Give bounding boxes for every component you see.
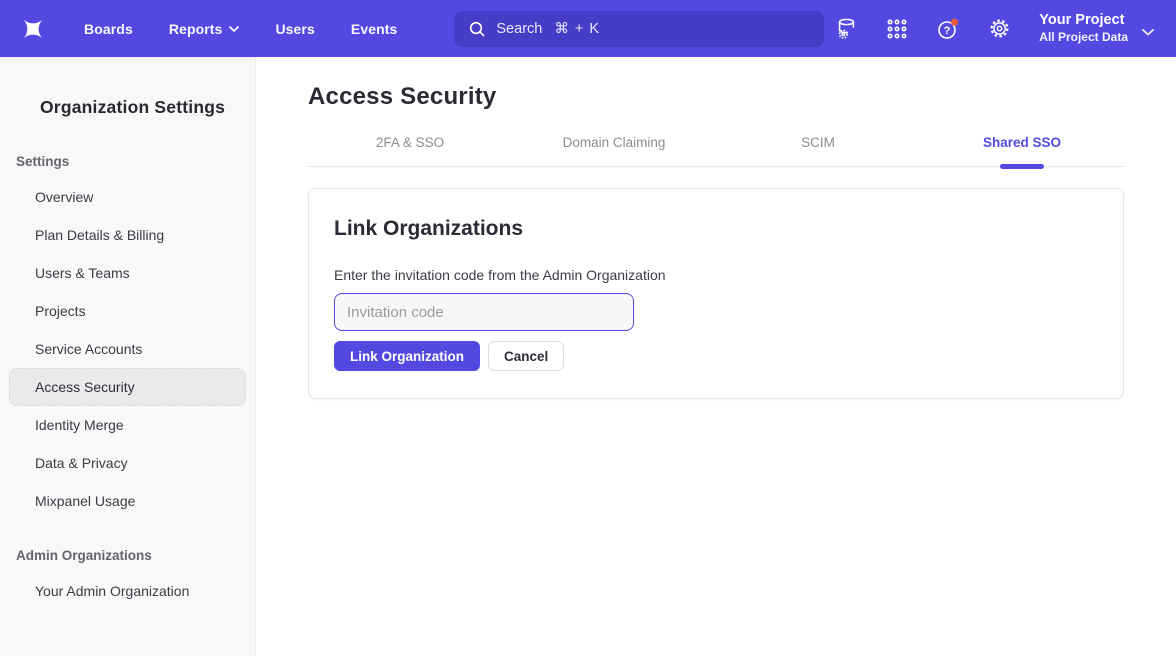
settings-sidebar: Organization Settings Settings Overview … bbox=[0, 57, 256, 656]
link-organization-button[interactable]: Link Organization bbox=[334, 341, 480, 371]
tab-2fa-sso[interactable]: 2FA & SSO bbox=[308, 135, 512, 166]
chevron-down-icon[interactable] bbox=[1142, 29, 1154, 36]
mixpanel-logo[interactable] bbox=[20, 16, 46, 42]
sidebar-item-mixpanel-usage[interactable]: Mixpanel Usage bbox=[9, 482, 246, 520]
notification-dot bbox=[951, 18, 958, 25]
search-icon bbox=[468, 20, 486, 38]
invitation-code-label: Enter the invitation code from the Admin… bbox=[334, 267, 1098, 283]
active-tab-indicator bbox=[1000, 164, 1044, 169]
sidebar-item-identity-merge[interactable]: Identity Merge bbox=[9, 406, 246, 444]
search-input[interactable]: Search ⌘ + K bbox=[454, 11, 824, 47]
tab-shared-sso-label: Shared SSO bbox=[983, 135, 1061, 150]
settings-button[interactable] bbox=[987, 17, 1011, 41]
tab-scim[interactable]: SCIM bbox=[716, 135, 920, 166]
page-title: Access Security bbox=[308, 83, 1124, 111]
help-button[interactable]: ? bbox=[936, 17, 960, 41]
settings-gear-icon bbox=[988, 17, 1011, 40]
data-management-icon bbox=[835, 17, 858, 40]
project-name: Your Project bbox=[1039, 11, 1128, 30]
link-organizations-card: Link Organizations Enter the invitation … bbox=[308, 188, 1124, 399]
sidebar-item-access-security[interactable]: Access Security bbox=[9, 368, 246, 406]
sidebar-item-plan-details-billing[interactable]: Plan Details & Billing bbox=[9, 216, 246, 254]
cancel-button[interactable]: Cancel bbox=[488, 341, 564, 371]
navbar-icon-group: ? bbox=[834, 17, 1011, 41]
sidebar-section-admin-organizations: Admin Organizations bbox=[16, 548, 239, 563]
nav-item-users[interactable]: Users bbox=[275, 21, 314, 37]
main-content: Access Security 2FA & SSO Domain Claimin… bbox=[256, 57, 1176, 656]
chevron-down-icon bbox=[229, 26, 239, 32]
card-actions: Link Organization Cancel bbox=[334, 341, 1098, 371]
invitation-code-input[interactable] bbox=[334, 293, 634, 331]
sidebar-section-settings: Settings bbox=[16, 154, 239, 169]
mixpanel-logo-icon bbox=[20, 16, 46, 42]
top-navbar: Boards Reports Users Events Search ⌘ + K bbox=[0, 0, 1176, 57]
apps-grid-icon bbox=[886, 18, 908, 40]
project-switcher[interactable]: Your Project All Project Data bbox=[1039, 11, 1128, 45]
nav-item-events[interactable]: Events bbox=[351, 21, 398, 37]
sidebar-item-overview[interactable]: Overview bbox=[9, 178, 246, 216]
apps-grid-button[interactable] bbox=[885, 17, 909, 41]
tab-shared-sso[interactable]: Shared SSO bbox=[920, 135, 1124, 166]
help-icon: ? bbox=[936, 17, 960, 41]
tab-bar: 2FA & SSO Domain Claiming SCIM Shared SS… bbox=[308, 135, 1124, 167]
card-title: Link Organizations bbox=[334, 217, 1098, 241]
sidebar-item-service-accounts[interactable]: Service Accounts bbox=[9, 330, 246, 368]
sidebar-title: Organization Settings bbox=[40, 97, 255, 118]
nav-item-reports-label: Reports bbox=[169, 21, 223, 37]
primary-nav: Boards Reports Users Events bbox=[84, 21, 397, 37]
project-subtitle: All Project Data bbox=[1039, 30, 1128, 46]
search-shortcut: ⌘ + K bbox=[554, 21, 600, 37]
data-management-button[interactable] bbox=[834, 17, 858, 41]
search-placeholder: Search bbox=[496, 21, 542, 37]
svg-text:?: ? bbox=[944, 24, 951, 36]
nav-item-boards[interactable]: Boards bbox=[84, 21, 133, 37]
sidebar-item-data-privacy[interactable]: Data & Privacy bbox=[9, 444, 246, 482]
tab-domain-claiming[interactable]: Domain Claiming bbox=[512, 135, 716, 166]
sidebar-item-projects[interactable]: Projects bbox=[9, 292, 246, 330]
sidebar-item-users-teams[interactable]: Users & Teams bbox=[9, 254, 246, 292]
nav-item-reports[interactable]: Reports bbox=[169, 21, 240, 37]
sidebar-item-your-admin-organization[interactable]: Your Admin Organization bbox=[9, 572, 246, 610]
